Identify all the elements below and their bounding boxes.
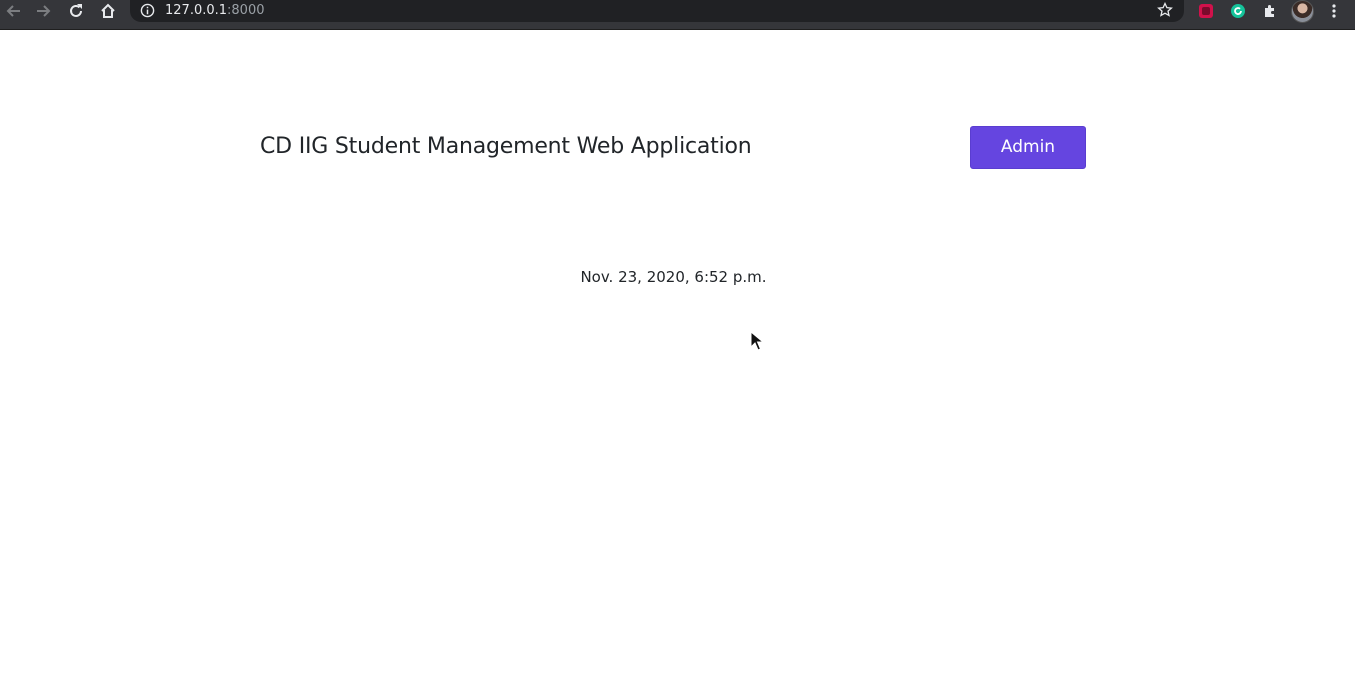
reload-icon: [70, 4, 82, 17]
home-button[interactable]: [94, 0, 122, 22]
star-icon[interactable]: [1157, 2, 1173, 18]
admin-button[interactable]: Admin: [970, 126, 1086, 169]
back-arrow-icon: [6, 5, 20, 17]
forward-button[interactable]: [29, 0, 57, 22]
kebab-menu-icon: [1332, 4, 1336, 18]
forward-arrow-icon: [37, 5, 51, 17]
url-host: 127.0.0.1: [165, 3, 228, 18]
url-port: :8000: [227, 3, 265, 18]
home-icon: [101, 3, 115, 18]
browser-toolbar: 127.0.0.1:8000: [0, 0, 1355, 30]
mouse-cursor-icon: [750, 331, 764, 351]
back-button[interactable]: [0, 0, 28, 22]
extension-button-red[interactable]: [1195, 1, 1217, 21]
database-extension-icon: [1199, 4, 1213, 18]
extension-button-green[interactable]: [1227, 1, 1249, 21]
timestamp: Nov. 23, 2020, 6:52 p.m.: [580, 268, 767, 286]
reload-button[interactable]: [62, 0, 90, 22]
puzzle-icon: [1265, 5, 1274, 17]
info-icon[interactable]: [140, 3, 155, 18]
grammarly-extension-icon: [1231, 4, 1245, 18]
page-title: CD IIG Student Management Web Applicatio…: [260, 134, 752, 159]
profile-avatar[interactable]: [1291, 0, 1314, 23]
extensions-button[interactable]: [1259, 1, 1281, 21]
address-bar[interactable]: 127.0.0.1:8000: [130, 0, 1184, 22]
url-text[interactable]: 127.0.0.1:8000: [165, 2, 265, 19]
browser-menu-button[interactable]: [1323, 1, 1345, 21]
